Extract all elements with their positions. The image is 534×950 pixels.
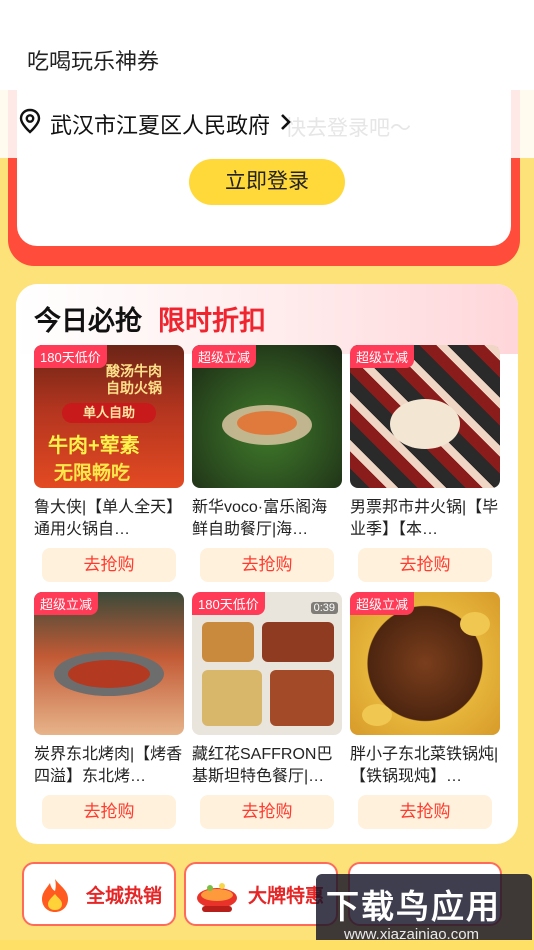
deal-image-shape	[237, 411, 297, 435]
deal-image-shape	[270, 670, 334, 726]
deal-image-text: 自助火锅	[106, 380, 162, 396]
deal-image-shape	[362, 704, 392, 726]
deal-image-shape	[262, 622, 334, 662]
buy-button[interactable]: 去抢购	[200, 795, 334, 829]
login-prompt-text: 快去登录吧～	[285, 117, 411, 140]
deals-section: 今日必抢 限时折扣 180天低价 酸汤牛肉 自助火锅 单人自助 牛肉+荤素 无限…	[16, 284, 518, 844]
deals-title: 今日必抢	[34, 306, 142, 336]
deal-name: 胖小子东北菜铁锅炖|【铁锅现炖】…	[350, 746, 499, 785]
deal-card[interactable]: 180天低价 0:39 藏红花SAFFRON巴基斯坦特色餐厅|… 去抢购	[192, 592, 342, 829]
buy-button[interactable]: 去抢购	[358, 795, 492, 829]
hot-sale-label: 全城热销	[86, 886, 163, 907]
deal-tag: 超级立减	[350, 592, 415, 615]
location-selector[interactable]: 武汉市江夏区人民政府	[18, 108, 292, 140]
deal-name: 新华voco·富乐阁海鲜自助餐厅|海…	[192, 499, 328, 538]
deal-image-text: 单人自助	[62, 403, 156, 423]
deal-image: 超级立减	[350, 592, 500, 735]
deal-image-shape	[202, 670, 262, 726]
deal-image: 180天低价 酸汤牛肉 自助火锅 单人自助 牛肉+荤素 无限畅吃	[34, 345, 184, 488]
deal-card[interactable]: 180天低价 酸汤牛肉 自助火锅 单人自助 牛肉+荤素 无限畅吃 鲁大侠|【单人…	[34, 345, 184, 582]
video-duration: 0:39	[310, 602, 338, 614]
deal-image-text: 牛肉+荤素	[48, 435, 140, 457]
fire-icon	[36, 876, 74, 919]
bottom-strip	[0, 940, 534, 950]
login-button[interactable]: 立即登录	[189, 159, 345, 205]
deal-name: 藏红花SAFFRON巴基斯坦特色餐厅|…	[192, 746, 333, 785]
deal-tag: 180天低价	[192, 592, 265, 615]
deal-tag: 超级立减	[350, 345, 415, 368]
top-bar: 吃喝玩乐神券	[0, 0, 534, 90]
watermark: 下载鸟应用 www.xiazainiao.com	[316, 874, 532, 948]
deal-image-shape	[202, 622, 254, 662]
deal-card[interactable]: 超级立减 男票邦市井火锅|【毕业季】【本… 去抢购	[350, 345, 500, 582]
chevron-right-icon	[280, 111, 292, 137]
deal-image-shape	[460, 612, 490, 636]
deals-subtitle: 限时折扣	[158, 306, 266, 336]
deal-image: 180天低价 0:39	[192, 592, 342, 735]
deal-tag: 180天低价	[34, 345, 107, 368]
location-pin-icon	[18, 108, 42, 140]
deal-name: 炭界东北烤肉|【烤香四溢】东北烤…	[34, 746, 183, 785]
deal-tag: 超级立减	[192, 345, 257, 368]
buy-button[interactable]: 去抢购	[42, 795, 176, 829]
deal-image-text: 无限畅吃	[54, 463, 131, 484]
page-title: 吃喝玩乐神券	[27, 49, 160, 74]
deal-name: 男票邦市井火锅|【毕业季】【本…	[350, 499, 499, 538]
deal-image-shape	[68, 660, 150, 688]
deal-image: 超级立减	[192, 345, 342, 488]
deal-image: 超级立减	[34, 592, 184, 735]
deal-card[interactable]: 超级立减 炭界东北烤肉|【烤香四溢】东北烤… 去抢购	[34, 592, 184, 829]
buy-button[interactable]: 去抢购	[200, 548, 334, 582]
deal-card[interactable]: 超级立减 胖小子东北菜铁锅炖|【铁锅现炖】… 去抢购	[350, 592, 500, 829]
deal-name: 鲁大侠|【单人全天】通用火锅自…	[34, 499, 183, 538]
deal-image-shape	[390, 399, 460, 449]
buy-button[interactable]: 去抢购	[42, 548, 176, 582]
brand-deals-label: 大牌特惠	[248, 886, 325, 907]
hot-sale-button[interactable]: 全城热销	[22, 862, 176, 926]
brand-deals-button[interactable]: 大牌特惠	[184, 862, 338, 926]
deal-card[interactable]: 超级立减 新华voco·富乐阁海鲜自助餐厅|海… 去抢购	[192, 345, 342, 582]
deal-image: 超级立减	[350, 345, 500, 488]
location-text: 武汉市江夏区人民政府	[50, 113, 271, 138]
hotpot-icon	[194, 878, 240, 921]
watermark-title: 下载鸟应用	[326, 888, 501, 925]
buy-button[interactable]: 去抢购	[358, 548, 492, 582]
deals-header: 今日必抢 限时折扣	[16, 284, 518, 354]
deal-tag: 超级立减	[34, 592, 99, 615]
